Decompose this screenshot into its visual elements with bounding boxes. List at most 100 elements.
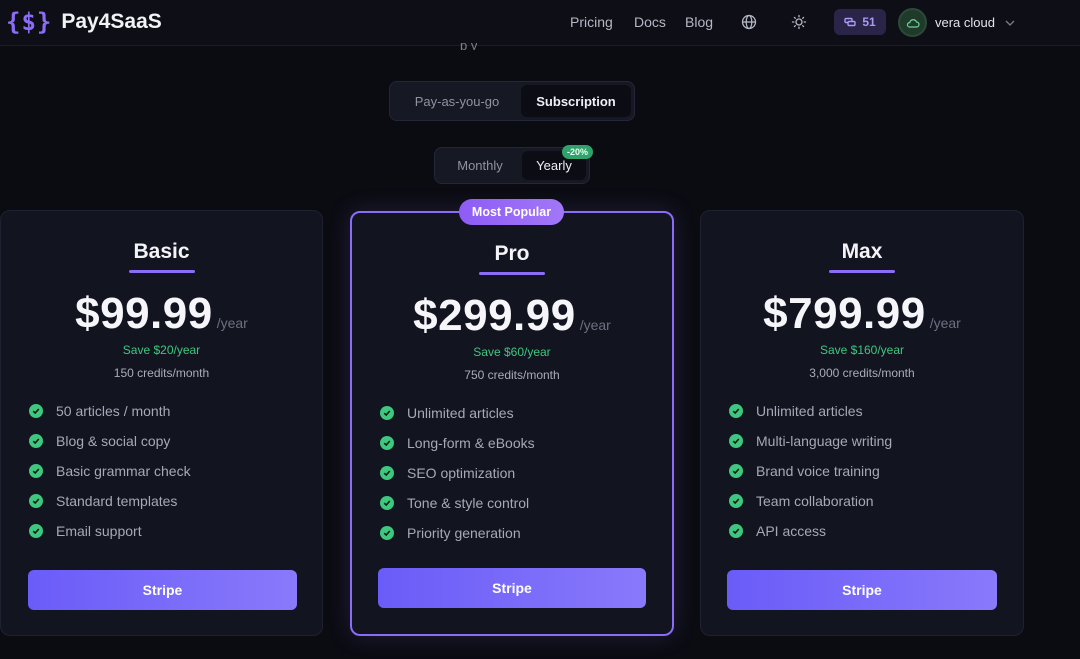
plan-name: Max <box>841 240 883 263</box>
feature-text: Standard templates <box>56 493 178 509</box>
feature-text: Email support <box>56 523 142 539</box>
coins-icon <box>844 17 857 27</box>
brand-logo[interactable]: {$} Pay4SaaS <box>6 8 162 36</box>
credits-per-month: 750 credits/month <box>464 368 560 382</box>
check-circle-icon <box>380 526 394 540</box>
savings-text: Save $60/year <box>473 345 551 359</box>
list-item: Priority generation <box>380 518 535 548</box>
plan-card-pro: Pro $299.99 /year Save $60/year 750 cred… <box>350 211 674 636</box>
nav-link-docs[interactable]: Docs <box>634 14 666 30</box>
most-popular-badge: Most Popular <box>459 199 564 225</box>
billing-mode-toggle: Pay-as-you-go Subscription <box>389 81 635 121</box>
brand-name: Pay4SaaS <box>61 10 162 33</box>
tab-subscription[interactable]: Subscription <box>521 85 631 117</box>
feature-text: Tone & style control <box>407 495 530 511</box>
feature-text: Team collaboration <box>756 493 874 509</box>
feature-text: Long-form & eBooks <box>407 435 535 451</box>
plan-name-underline <box>829 270 895 273</box>
plan-name-underline <box>129 270 195 273</box>
list-item: Brand voice training <box>729 456 892 486</box>
feature-text: Unlimited articles <box>407 405 514 421</box>
plan-name: Basic <box>133 240 190 263</box>
check-circle-icon <box>729 494 743 508</box>
feature-text: API access <box>756 523 827 539</box>
feature-list: Unlimited articles Long-form & eBooks SE… <box>380 398 535 548</box>
feature-list: 50 articles / month Blog & social copy B… <box>29 396 191 546</box>
price-period: /year <box>579 317 611 333</box>
cloud-icon <box>906 18 920 28</box>
list-item: Blog & social copy <box>29 426 191 456</box>
plan-name: Pro <box>494 242 530 265</box>
plan-card-basic: Basic $99.99 /year Save $20/year 150 cre… <box>0 210 323 636</box>
plan-name-underline <box>479 272 545 275</box>
list-item: Tone & style control <box>380 488 535 518</box>
feature-text: 50 articles / month <box>56 403 171 419</box>
list-item: 50 articles / month <box>29 396 191 426</box>
feature-text: Basic grammar check <box>56 463 191 479</box>
check-circle-icon <box>29 434 43 448</box>
feature-text: Multi-language writing <box>756 433 893 449</box>
credits-per-month: 3,000 credits/month <box>809 366 915 380</box>
feature-text: Unlimited articles <box>756 403 863 419</box>
check-circle-icon <box>29 524 43 538</box>
list-item: Standard templates <box>29 486 191 516</box>
plan-card-max: Max $799.99 /year Save $160/year 3,000 c… <box>700 210 1024 636</box>
feature-text: Priority generation <box>407 525 521 541</box>
feature-text: SEO optimization <box>407 465 516 481</box>
list-item: Email support <box>29 516 191 546</box>
price-row: $799.99 /year <box>701 289 1023 339</box>
check-circle-icon <box>29 494 43 508</box>
savings-text: Save $20/year <box>122 343 201 357</box>
language-button[interactable] <box>739 12 759 32</box>
credits-per-month: 150 credits/month <box>113 366 210 380</box>
check-circle-icon <box>380 466 394 480</box>
check-circle-icon <box>729 524 743 538</box>
feature-list: Unlimited articles Multi-language writin… <box>729 396 892 546</box>
list-item: SEO optimization <box>380 458 535 488</box>
stripe-checkout-button[interactable]: Stripe <box>727 570 997 610</box>
theme-toggle-button[interactable] <box>789 12 809 32</box>
price-row: $299.99 /year <box>352 291 672 341</box>
stripe-checkout-button[interactable]: Stripe <box>28 570 297 610</box>
savings-text: Save $160/year <box>819 343 905 357</box>
price-row: $99.99 /year <box>1 289 322 339</box>
check-circle-icon <box>380 436 394 450</box>
plan-price: $99.99 <box>75 289 213 338</box>
list-item: Unlimited articles <box>380 398 535 428</box>
credits-balance-button[interactable]: 51 <box>834 9 886 35</box>
top-nav-bar: {$} Pay4SaaS Pricing Docs Blog 51 vera c… <box>0 0 1080 46</box>
chevron-down-icon <box>1005 20 1015 26</box>
list-item: Team collaboration <box>729 486 892 516</box>
plan-price: $299.99 <box>413 291 576 340</box>
discount-badge: -20% <box>562 145 593 159</box>
tab-monthly[interactable]: Monthly <box>438 151 522 180</box>
brand-mark: {$} <box>6 8 53 36</box>
list-item: API access <box>729 516 892 546</box>
globe-icon <box>741 14 757 30</box>
nav-link-pricing[interactable]: Pricing <box>570 14 613 30</box>
list-item: Basic grammar check <box>29 456 191 486</box>
nav-link-blog[interactable]: Blog <box>685 14 713 30</box>
check-circle-icon <box>380 496 394 510</box>
price-period: /year <box>929 315 961 331</box>
check-circle-icon <box>729 404 743 418</box>
list-item: Unlimited articles <box>729 396 892 426</box>
feature-text: Brand voice training <box>756 463 880 479</box>
check-circle-icon <box>380 406 394 420</box>
price-period: /year <box>216 315 248 331</box>
check-circle-icon <box>29 404 43 418</box>
check-circle-icon <box>729 434 743 448</box>
list-item: Multi-language writing <box>729 426 892 456</box>
user-name: vera cloud <box>935 15 995 30</box>
plan-price: $799.99 <box>763 289 926 338</box>
avatar <box>898 8 927 37</box>
credits-count: 51 <box>862 15 876 29</box>
user-menu[interactable]: vera cloud <box>898 8 1015 37</box>
sun-icon <box>791 14 807 30</box>
check-circle-icon <box>729 464 743 478</box>
subtitle-text: p y <box>460 38 478 50</box>
check-circle-icon <box>29 464 43 478</box>
list-item: Long-form & eBooks <box>380 428 535 458</box>
tab-pay-as-you-go[interactable]: Pay-as-you-go <box>393 85 521 117</box>
stripe-checkout-button[interactable]: Stripe <box>378 568 646 608</box>
